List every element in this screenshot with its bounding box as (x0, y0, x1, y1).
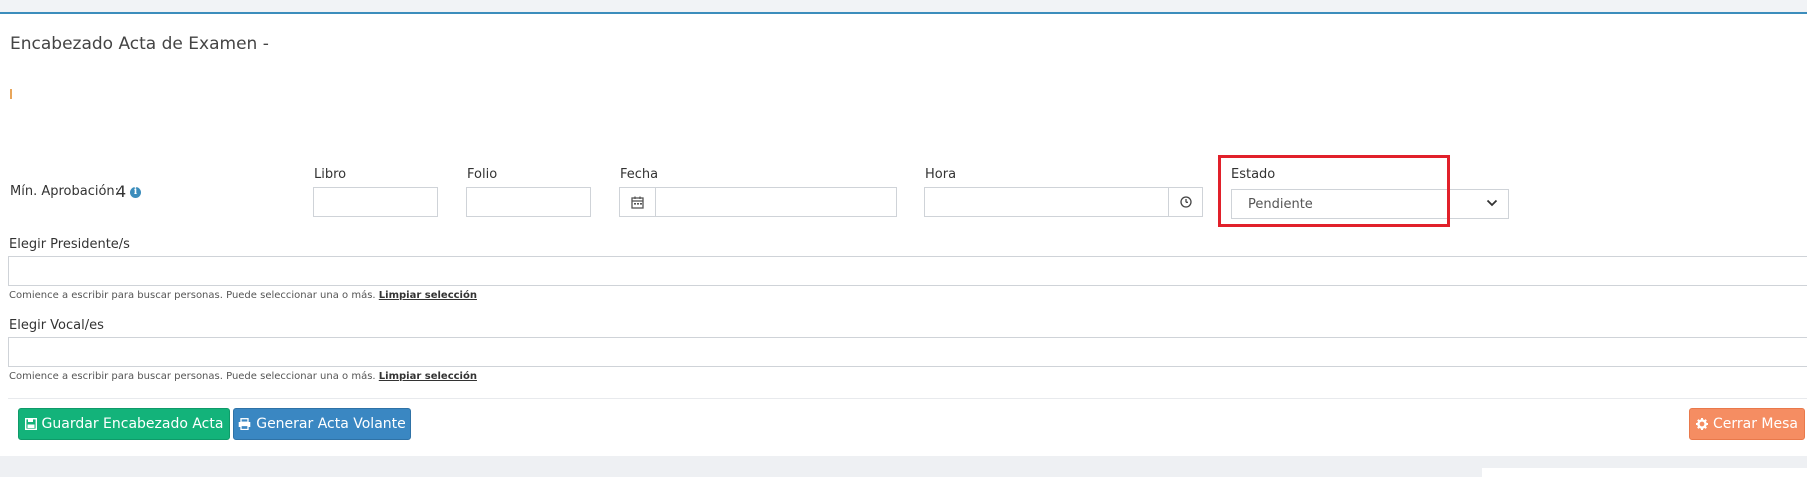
presidentes-search-input[interactable] (8, 256, 1807, 286)
min-aprobacion-label: Mín. Aprobación: (10, 184, 120, 199)
printer-icon (238, 418, 251, 430)
close-mesa-button[interactable]: Cerrar Mesa (1689, 408, 1805, 440)
presidentes-help: Comience a escribir para buscar personas… (9, 290, 477, 301)
loading-indicator (10, 89, 12, 99)
calendar-icon (631, 196, 644, 209)
vocales-label: Elegir Vocal/es (9, 318, 104, 333)
min-aprobacion-value: 4 (116, 182, 127, 201)
vocales-search-input[interactable] (8, 337, 1807, 367)
folio-label: Folio (467, 167, 498, 182)
form-divider (8, 398, 1807, 399)
generate-acta-button[interactable]: Generar Acta Volante (233, 408, 411, 440)
vocales-help: Comience a escribir para buscar personas… (9, 371, 477, 382)
estado-highlight-box (1218, 155, 1450, 227)
vocales-help-text: Comience a escribir para buscar personas… (9, 371, 376, 382)
floppy-disk-icon (24, 418, 37, 430)
presidentes-label: Elegir Presidente/s (9, 237, 130, 252)
hora-label: Hora (925, 167, 957, 182)
libro-input[interactable] (313, 187, 438, 217)
save-header-button[interactable]: Guardar Encabezado Acta (18, 408, 230, 440)
fecha-input[interactable] (655, 187, 897, 217)
clock-icon (1179, 196, 1192, 208)
libro-label: Libro (314, 167, 347, 182)
footer-white-block (1482, 468, 1807, 477)
generate-acta-label: Generar Acta Volante (256, 416, 406, 432)
page-title: Encabezado Acta de Examen - (10, 34, 269, 54)
calendar-addon[interactable] (619, 187, 656, 217)
presidentes-help-text: Comience a escribir para buscar personas… (9, 290, 376, 301)
hora-input[interactable] (924, 187, 1169, 217)
clock-addon[interactable] (1168, 187, 1203, 217)
fecha-label: Fecha (620, 167, 659, 182)
close-mesa-label: Cerrar Mesa (1712, 416, 1798, 432)
exam-header-panel: Encabezado Acta de Examen - Mín. Aprobac… (0, 12, 1807, 458)
gear-icon (1695, 418, 1708, 430)
chevron-down-icon (1486, 199, 1498, 207)
page-footer-strip (0, 456, 1807, 477)
presidentes-clear-link[interactable]: Limpiar selección (379, 290, 477, 301)
save-header-label: Guardar Encabezado Acta (41, 416, 224, 432)
folio-input[interactable] (466, 187, 591, 217)
vocales-clear-link[interactable]: Limpiar selección (379, 371, 477, 382)
info-icon[interactable]: i (130, 187, 141, 198)
